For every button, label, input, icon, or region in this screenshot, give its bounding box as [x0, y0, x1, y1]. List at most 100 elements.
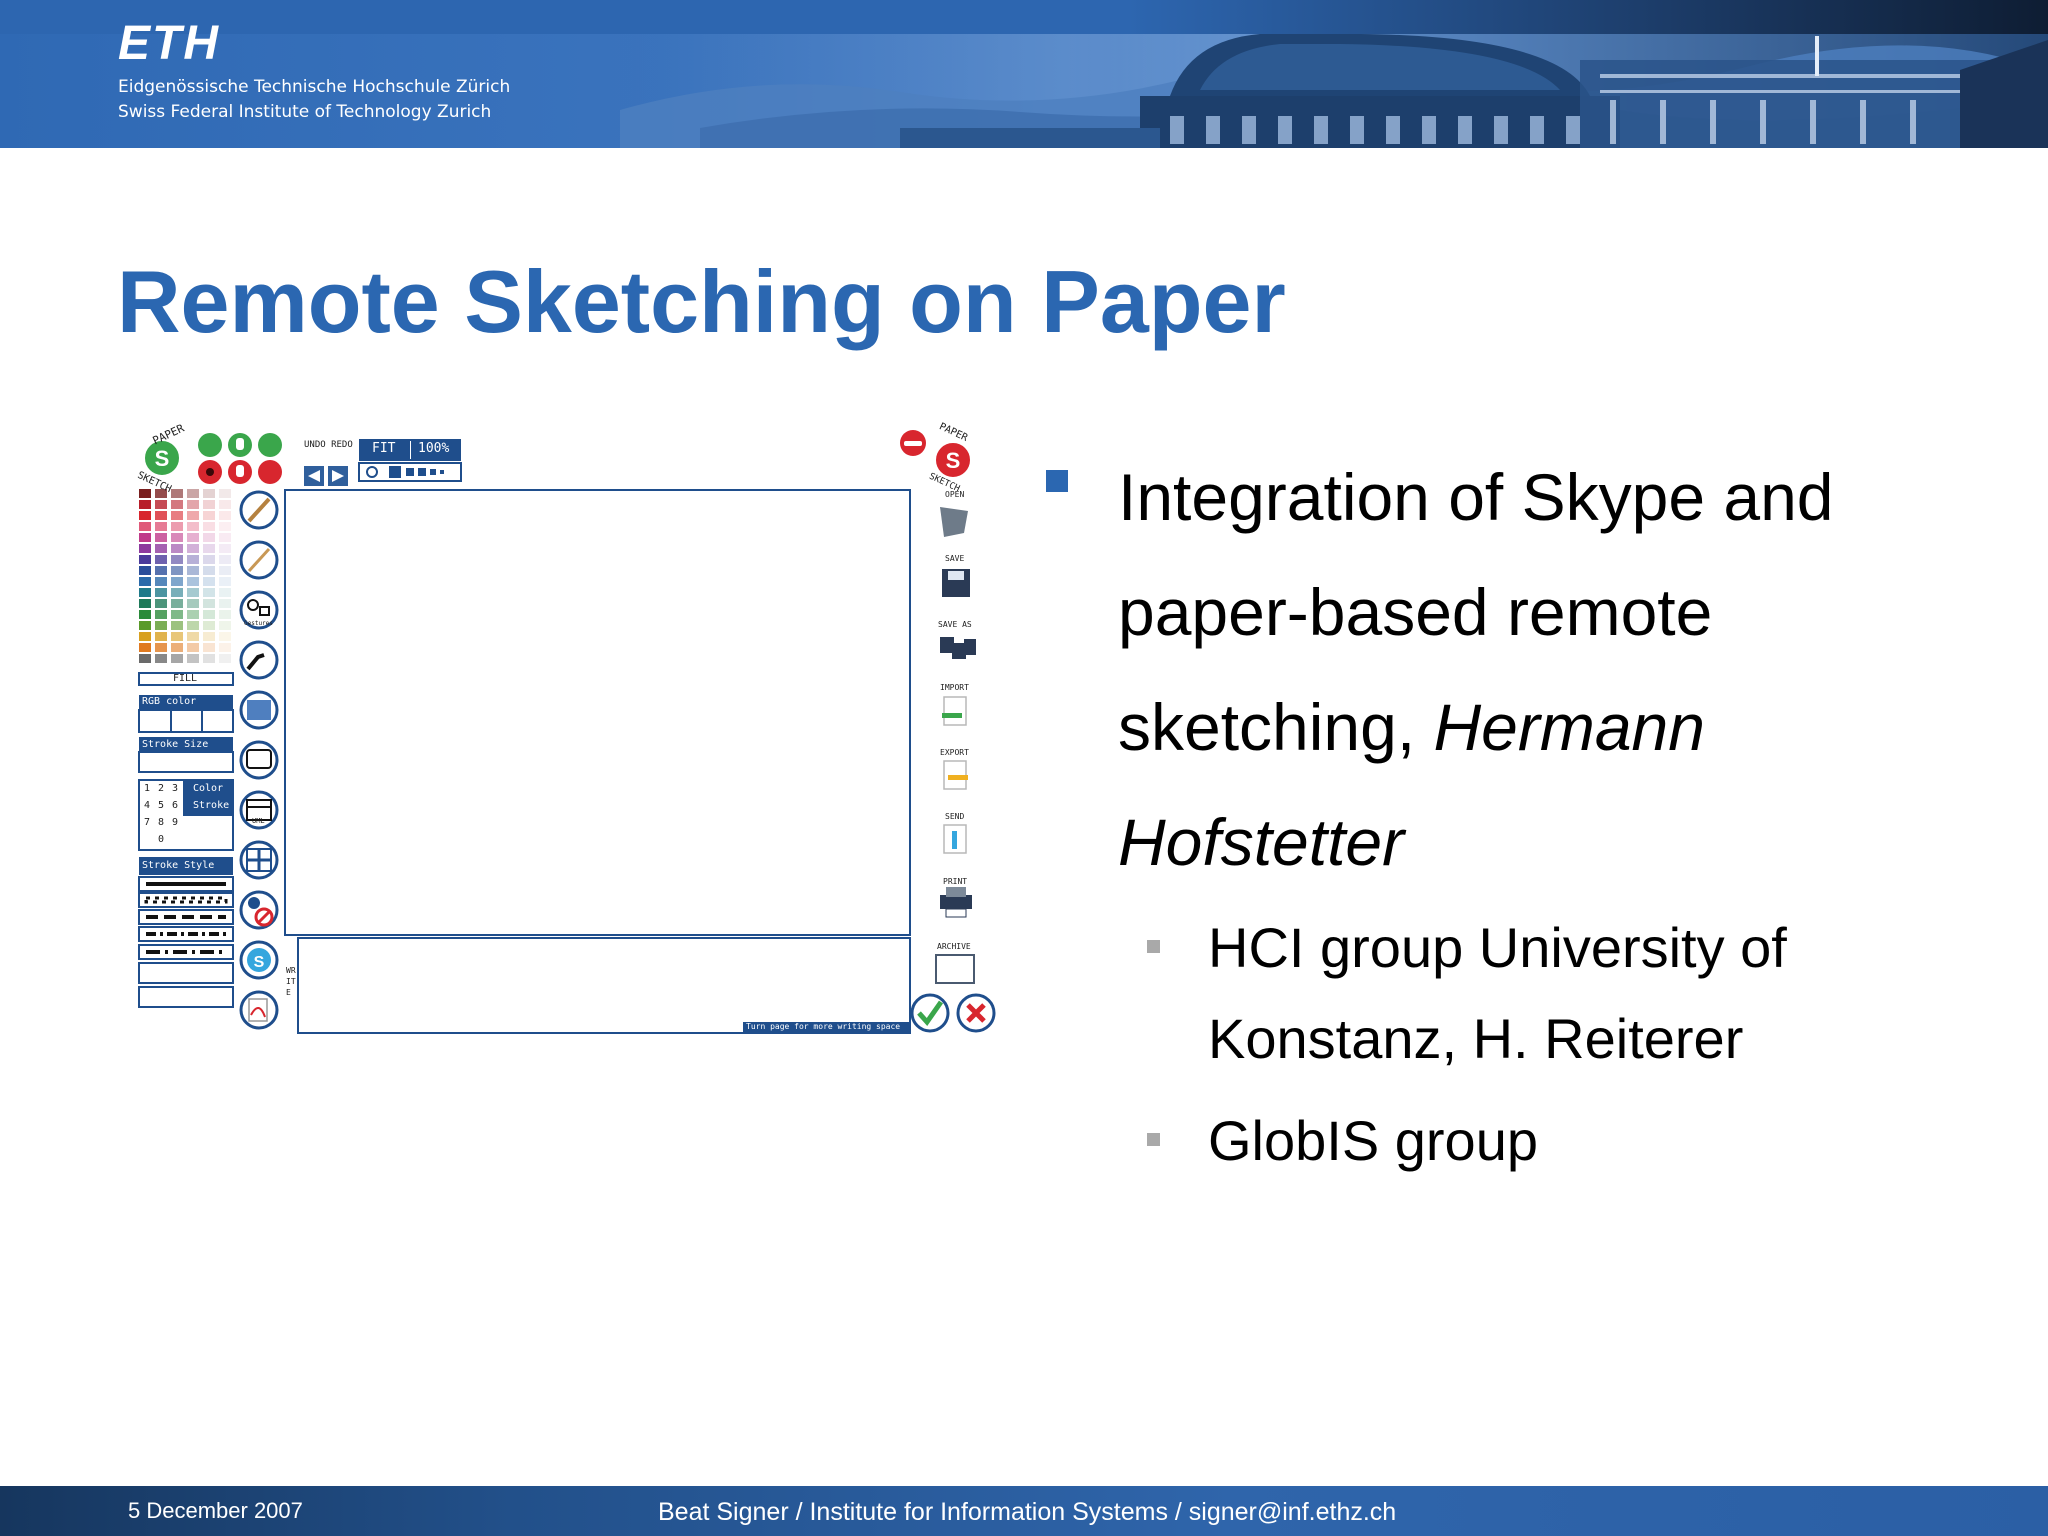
- write-label: WRITE: [286, 966, 296, 997]
- uml-label: UML: [252, 817, 265, 825]
- palette-swatch: [139, 588, 151, 597]
- keypad-key-8: 8: [158, 817, 165, 828]
- palette-swatch: [203, 654, 215, 663]
- save-label: SAVE: [945, 554, 965, 563]
- eth-building-photo: [600, 34, 2048, 148]
- svg-text:S: S: [946, 448, 961, 473]
- palette-swatch: [155, 588, 167, 597]
- palette-swatch: [219, 544, 231, 553]
- zoom-level: 100%: [418, 441, 450, 456]
- print-label: PRINT: [943, 877, 968, 886]
- palette-swatch: [171, 489, 183, 498]
- palette-swatch: [203, 555, 215, 564]
- footer-author: Beat Signer / Institute for Information …: [658, 1498, 1397, 1526]
- palette-swatch: [219, 577, 231, 586]
- palette-swatch: [203, 544, 215, 553]
- palette-swatch: [155, 621, 167, 630]
- call-controls: [198, 433, 282, 484]
- palette-swatch: [219, 489, 231, 498]
- palette-swatch: [171, 632, 183, 641]
- keypad-key-1: 1: [144, 783, 151, 794]
- palette-swatch: [155, 632, 167, 641]
- bullet-marker: [1046, 470, 1068, 492]
- keypad-key-4: 4: [144, 800, 151, 811]
- palette-swatch: [139, 577, 151, 586]
- palette-swatch: [187, 500, 199, 509]
- sketch-canvas: [284, 489, 911, 936]
- palette-swatch: [171, 511, 183, 520]
- palette-swatch: [155, 533, 167, 542]
- palette-swatch: [187, 533, 199, 542]
- palette-swatch: [155, 577, 167, 586]
- palette-swatch: [187, 544, 199, 553]
- fit-button: FIT: [372, 441, 396, 456]
- palette-swatch: [203, 511, 215, 520]
- palette-swatch: [219, 588, 231, 597]
- palette-swatch: [203, 588, 215, 597]
- header-banner: ETH Eidgenössische Technische Hochschule…: [0, 0, 2048, 148]
- palette-swatch: [187, 555, 199, 564]
- palette-swatch: [171, 533, 183, 542]
- palette-swatch: [203, 621, 215, 630]
- palette-swatch: [171, 500, 183, 509]
- palette-swatch: [139, 533, 151, 542]
- palette-swatch: [171, 588, 183, 597]
- open-label: OPEN: [945, 490, 965, 499]
- import-label: IMPORT: [940, 683, 969, 692]
- palette-swatch: [139, 632, 151, 641]
- fill-label: FILL: [173, 673, 198, 684]
- palette-swatch: [171, 610, 183, 619]
- papersketch-ui-graphic: S S S: [138, 430, 996, 1034]
- palette-swatch: [155, 522, 167, 531]
- sub-bullet-marker: [1147, 940, 1160, 953]
- keypad-key-0: 0: [158, 834, 165, 845]
- palette-swatch: [155, 500, 167, 509]
- save-as-label: SAVE AS: [938, 620, 972, 629]
- keypad-key-7: 7: [144, 817, 151, 828]
- palette-swatch: [219, 654, 231, 663]
- palette-swatch: [171, 555, 183, 564]
- palette-swatch: [219, 533, 231, 542]
- palette-swatch: [187, 489, 199, 498]
- palette-swatch: [219, 632, 231, 641]
- palette-swatch: [139, 621, 151, 630]
- turn-page-label: Turn page for more writing space: [746, 1022, 901, 1031]
- sub-bullet-2-text: GlobIS group: [1208, 1109, 1538, 1172]
- rgb-color-label: RGB color: [142, 696, 197, 707]
- palette-swatch: [139, 544, 151, 553]
- palette-swatch: [203, 533, 215, 542]
- palette-swatch: [187, 621, 199, 630]
- svg-text:S: S: [155, 446, 170, 471]
- palette-swatch: [219, 643, 231, 652]
- undo-redo-label: UNDO REDO: [304, 440, 353, 450]
- keypad-key-2: 2: [158, 783, 165, 794]
- palette-swatch: [219, 522, 231, 531]
- palette-swatch: [219, 621, 231, 630]
- palette-swatch: [139, 511, 151, 520]
- palette-swatch: [139, 599, 151, 608]
- palette-swatch: [187, 511, 199, 520]
- palette-swatch: [155, 610, 167, 619]
- palette-swatch: [187, 643, 199, 652]
- palette-swatch: [171, 621, 183, 630]
- palette-swatch: [187, 599, 199, 608]
- palette-swatch: [187, 654, 199, 663]
- palette-swatch: [171, 577, 183, 586]
- palette-swatch: [187, 610, 199, 619]
- palette-swatch: [155, 599, 167, 608]
- keypad-key-3: 3: [172, 783, 179, 794]
- palette-swatch: [139, 566, 151, 575]
- palette-swatch: [139, 522, 151, 531]
- palette-swatch: [155, 511, 167, 520]
- export-label: EXPORT: [940, 748, 969, 757]
- palette-swatch: [139, 500, 151, 509]
- palette-swatch: [219, 500, 231, 509]
- palette-swatch: [203, 643, 215, 652]
- svg-text:S: S: [254, 954, 265, 971]
- palette-swatch: [155, 654, 167, 663]
- palette-swatch: [187, 632, 199, 641]
- palette-swatch: [203, 500, 215, 509]
- palette-swatch: [219, 599, 231, 608]
- palette-swatch: [219, 610, 231, 619]
- palette-swatch: [171, 544, 183, 553]
